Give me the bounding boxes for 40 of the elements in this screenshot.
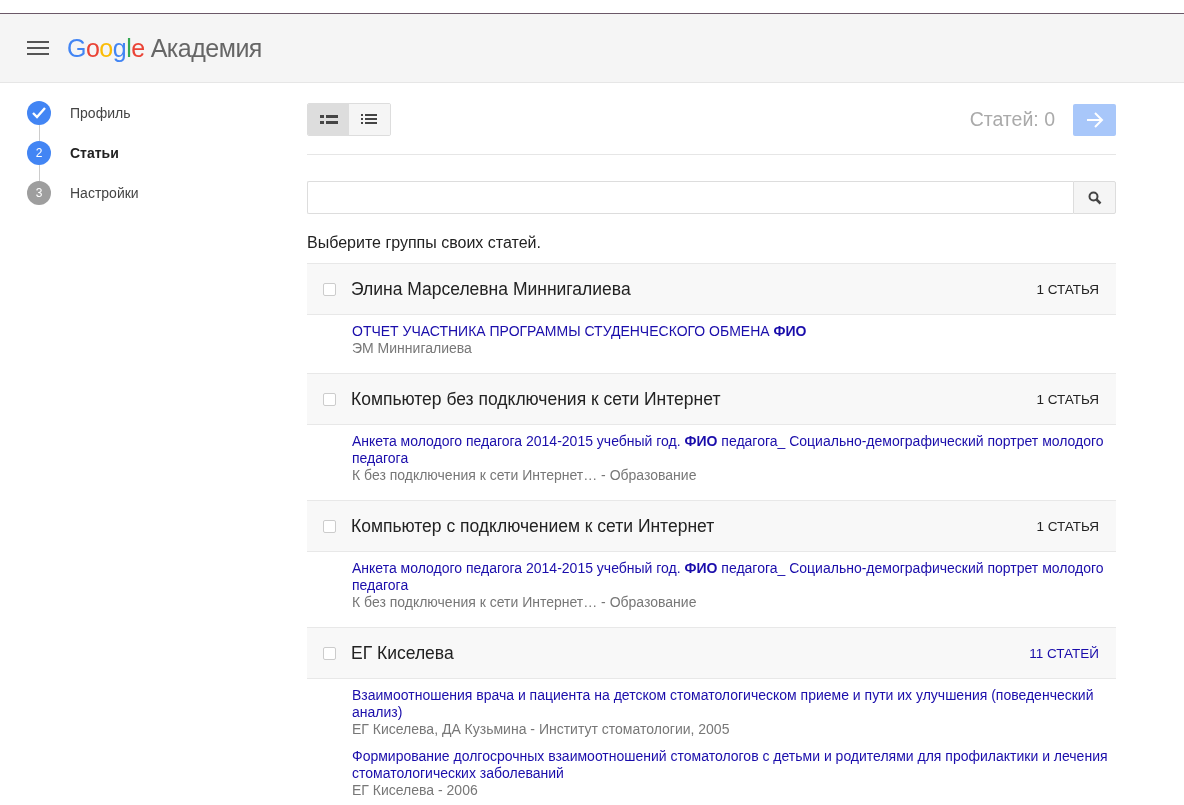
search-field[interactable] [307, 181, 1073, 214]
step-label[interactable]: Статьи [70, 145, 119, 161]
article-meta: К без подключения к сети Интернет… - Образование [352, 467, 698, 484]
article-meta: К без подключения к сети Интернет… - Образование [352, 594, 698, 611]
google-logo[interactable]: Google [67, 33, 145, 63]
article-meta: ЭМ Миннигалиева [352, 340, 473, 357]
article-count: 1 СТАТЬЯ [1036, 518, 1099, 534]
list-icon [360, 114, 379, 125]
count-link[interactable]: 11 СТАТЕЙ [1029, 645, 1099, 661]
article-count: 1 СТАТЬЯ [1036, 391, 1099, 407]
checkbox[interactable] [323, 646, 336, 660]
article-meta: ЕГ Киселева - 2006 [352, 782, 479, 799]
group-name: Компьютер с подключением к сети Интернет [351, 515, 716, 537]
detailed-list-icon [319, 114, 338, 125]
step-number: 2 [27, 141, 51, 165]
group-name: ЕГ Киселева [351, 642, 455, 664]
article-title-link[interactable]: Анкета молодого педагога 2014-2015 учебный год. ФИО педагога_ Социально-демографический портрет молодого педагога [352, 433, 1116, 467]
group-name: Компьютер без подключения к сети Интернет [351, 388, 722, 410]
checkbox[interactable] [323, 392, 336, 406]
article-title-link[interactable]: ОТЧЕТ УЧАСТНИКА ПРОГРАММЫ СТУДЕНЧЕСКОГО ОБМЕНА ФИО [352, 323, 1116, 340]
article-title-link[interactable]: Формирование долгосрочных взаимоотношений стоматологов с детьми и родителями для профилактики и лечения стоматологических заболеваний [352, 748, 1116, 782]
compact-view-button[interactable] [349, 104, 390, 135]
detailed-view-button[interactable] [308, 104, 349, 135]
checkbox[interactable] [323, 519, 336, 533]
instruction-text: Выберите группы своих статей. [307, 234, 542, 252]
search-button[interactable] [1073, 181, 1116, 214]
article-title-link[interactable]: Взаимоотношения врача и пациента на детском стоматологическом приеме и пути их улучшения (поведенческий анализ) [352, 687, 1116, 721]
step-label[interactable]: Профиль [70, 105, 131, 121]
product-name: Академия [150, 33, 262, 63]
selected-count: Статей: 0 [969, 108, 1055, 131]
article-meta: ЕГ Киселева, ДА Кузьмина - Институт стоматологии, 2005 [352, 721, 731, 738]
step-label[interactable]: Настройки [70, 185, 139, 201]
menu-icon[interactable] [27, 40, 49, 56]
arrow-right-icon [1085, 111, 1104, 128]
article-title-link[interactable]: Анкета молодого педагога 2014-2015 учебный год. ФИО педагога_ Социально-демографический портрет молодого педагога [352, 560, 1116, 594]
checkbox[interactable] [323, 282, 336, 296]
group-name: Элина Марселевна Миннигалиева [351, 278, 632, 300]
search-icon [1087, 190, 1102, 205]
step-number: 3 [27, 181, 51, 205]
article-count: 1 СТАТЬЯ [1036, 281, 1099, 297]
